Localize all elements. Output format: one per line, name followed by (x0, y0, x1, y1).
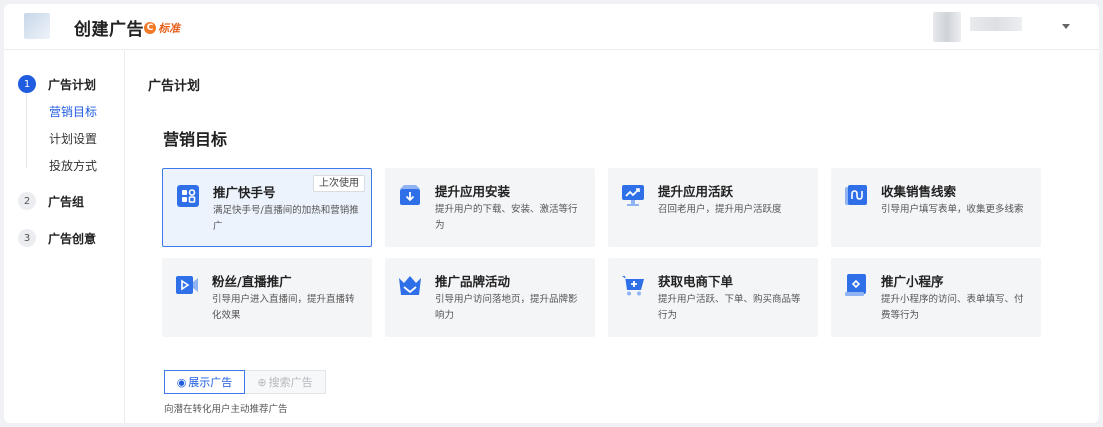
ad-type-tabs: ◉ 展示广告 ⊕ 搜索广告 (164, 370, 326, 394)
step-ad-group[interactable]: 2 广告组 (18, 192, 84, 210)
card-description: 提升用户的下载、安装、激活等行为 (435, 204, 578, 231)
step-sidebar: 1 广告计划 营销目标 计划设置 投放方式 2 广告组 3 广告创意 (4, 51, 125, 423)
user-name[interactable] (970, 17, 1022, 31)
mini-program-icon (845, 274, 866, 296)
card-title: 获取电商下单 (658, 274, 734, 289)
card-title: 收集销售线索 (881, 184, 957, 199)
goal-card-brand-activity[interactable]: 推广品牌活动 引导用户访问落地页，提升品牌影响力 (385, 258, 595, 337)
download-box-icon (400, 185, 420, 205)
goal-card-kuaishou[interactable]: 推广快手号 满足快手号/直播间的加热和营销推广 上次使用 (162, 168, 372, 247)
standard-icon: C (144, 21, 156, 34)
section-title: 广告计划 (148, 79, 201, 94)
card-description: 引导用户填写表单，收集更多线索 (881, 204, 1024, 215)
step-ad-creative[interactable]: 3 广告创意 (18, 229, 96, 247)
step-label: 广告组 (48, 194, 85, 209)
card-title: 提升应用安装 (435, 184, 511, 199)
crown-icon (399, 276, 421, 295)
main-content: 广告计划 营销目标 推广快手号 满足快手号/直播间的加热和营销推广 上次使用 提… (126, 51, 1099, 423)
search-icon: ⊕ (257, 375, 267, 389)
app-grid-icon (177, 185, 199, 207)
chevron-down-icon[interactable] (1062, 24, 1070, 29)
tab-label: 展示广告 (188, 376, 233, 389)
trend-screen-icon (622, 185, 644, 206)
tab-search-ads[interactable]: ⊕ 搜索广告 (245, 370, 326, 394)
card-description: 召回老用户，提升用户活跃度 (658, 204, 782, 215)
tab-hint: 向潜在转化用户主动推荐广告 (164, 404, 288, 415)
step-number: 1 (18, 75, 36, 93)
step-connector (26, 93, 27, 168)
goal-card-mini-program[interactable]: 推广小程序 提升小程序的访问、表单填写、付费等行为 (831, 258, 1041, 337)
step-label: 广告计划 (48, 77, 97, 92)
standard-badge: C 标准 (144, 19, 180, 36)
step-number: 3 (18, 229, 36, 247)
tab-label: 搜索广告 (268, 376, 313, 389)
goal-card-app-active[interactable]: 提升应用活跃 召回老用户，提升用户活跃度 (608, 168, 818, 247)
card-title: 推广品牌活动 (435, 274, 511, 289)
avatar[interactable] (933, 12, 961, 42)
card-title: 提升应用活跃 (658, 184, 734, 199)
marketing-goal-heading: 营销目标 (163, 130, 228, 149)
step-label: 广告创意 (48, 231, 97, 246)
tab-display-ads[interactable]: ◉ 展示广告 (164, 370, 245, 394)
sidebar-item-delivery-method[interactable]: 投放方式 (49, 157, 97, 174)
last-used-badge: 上次使用 (313, 175, 365, 192)
card-title: 推广快手号 (213, 185, 276, 200)
wave-folder-icon (845, 185, 867, 205)
sidebar-item-plan-settings[interactable]: 计划设置 (49, 130, 97, 147)
card-description: 满足快手号/直播间的加热和营销推广 (213, 205, 359, 232)
goal-card-app-install[interactable]: 提升应用安装 提升用户的下载、安装、激活等行为 (385, 168, 595, 247)
shopping-cart-icon (622, 276, 644, 296)
goal-card-fans-live[interactable]: 粉丝/直播推广 引导用户进入直播间，提升直播转化效果 (162, 258, 372, 337)
card-title: 推广小程序 (881, 274, 944, 289)
step-ad-plan[interactable]: 1 广告计划 (18, 75, 96, 93)
app-window: 创建广告 C 标准 1 广告计划 营销目标 计划设置 投放方式 2 广告组 3 … (4, 4, 1099, 423)
app-logo[interactable] (24, 13, 50, 39)
top-header: 创建广告 C 标准 (4, 4, 1099, 50)
card-description: 提升小程序的访问、表单填写、付费等行为 (881, 294, 1024, 321)
page-title: 创建广告 (74, 20, 144, 40)
goal-card-sales-leads[interactable]: 收集销售线索 引导用户填写表单，收集更多线索 (831, 168, 1041, 247)
card-description: 引导用户访问落地页，提升品牌影响力 (435, 294, 578, 321)
standard-label: 标准 (158, 21, 180, 35)
goal-card-ecommerce-order[interactable]: 获取电商下单 提升用户活跃、下单、购买商品等行为 (608, 258, 818, 337)
step-number: 2 (18, 192, 36, 210)
card-title: 粉丝/直播推广 (212, 274, 292, 289)
card-description: 提升用户活跃、下单、购买商品等行为 (658, 294, 801, 321)
video-camera-icon (176, 276, 198, 294)
display-icon: ◉ (176, 375, 187, 389)
card-description: 引导用户进入直播间，提升直播转化效果 (212, 294, 355, 321)
sidebar-item-marketing-goal[interactable]: 营销目标 (49, 103, 97, 120)
